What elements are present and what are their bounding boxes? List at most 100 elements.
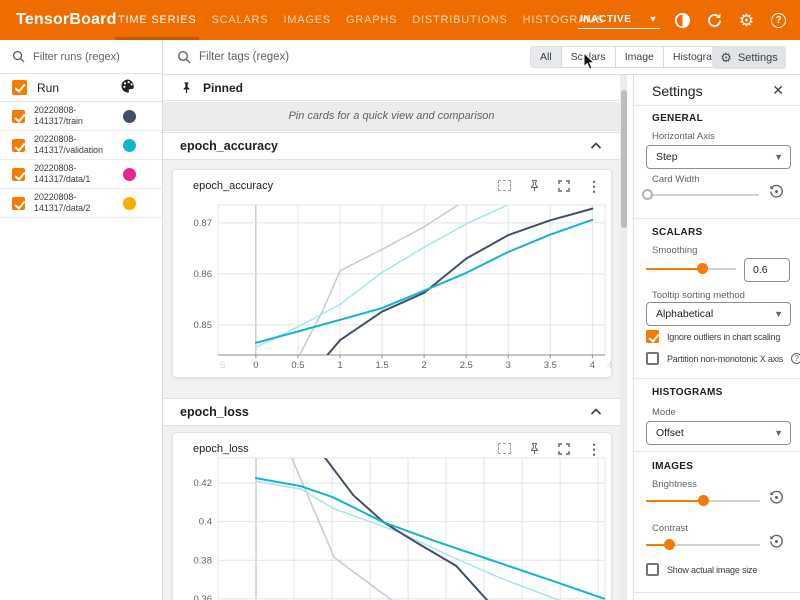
svg-text:2: 2 — [421, 360, 426, 371]
run-color-dot[interactable] — [123, 139, 136, 152]
slider-thumb[interactable] — [697, 263, 708, 274]
runs-header-label: Run — [37, 81, 59, 95]
header-actions: INACTIVE ▼ ⚙ ? — [578, 0, 788, 40]
pinned-title: Pinned — [203, 81, 243, 95]
brightness-slider[interactable] — [646, 493, 760, 509]
partition-x-axis-checkbox[interactable] — [646, 352, 659, 365]
scalars-heading: SCALARS — [652, 227, 702, 238]
refresh-icon[interactable] — [705, 11, 724, 30]
scrollbar-thumb[interactable] — [621, 90, 627, 228]
tab-scalars[interactable]: SCALARS — [211, 0, 268, 40]
card-actions: ⋮ — [498, 442, 601, 455]
run-checkbox[interactable] — [12, 197, 25, 210]
settings-button-label: Settings — [738, 52, 778, 64]
theme-contrast-icon[interactable] — [673, 11, 692, 30]
ignore-outliers-row[interactable]: Ignore outliers in chart scaling — [646, 330, 780, 343]
general-heading: GENERAL — [652, 113, 703, 124]
reset-icon[interactable] — [768, 533, 786, 551]
palette-icon[interactable] — [120, 78, 136, 97]
card-width-slider[interactable] — [646, 187, 759, 203]
pin-icon[interactable] — [528, 442, 541, 455]
reset-icon[interactable] — [768, 183, 786, 201]
histograms-heading: HISTOGRAMS — [652, 387, 723, 398]
chevron-up-icon[interactable] — [590, 408, 602, 416]
fullscreen-icon[interactable] — [558, 443, 570, 455]
chevron-down-icon: ▼ — [648, 14, 658, 24]
section-header-epoch-accuracy[interactable]: epoch_accuracy — [163, 132, 620, 160]
help-icon[interactable]: ? — [791, 353, 800, 364]
card-title: epoch_accuracy — [193, 180, 273, 192]
svg-text:3: 3 — [506, 360, 511, 371]
section-header-epoch-loss[interactable]: epoch_loss — [163, 398, 620, 426]
slider-thumb[interactable] — [642, 189, 653, 200]
run-color-dot[interactable] — [123, 110, 136, 123]
run-color-dot[interactable] — [123, 168, 136, 181]
section-title: epoch_loss — [180, 405, 249, 419]
show-actual-image-size-label: Show actual image size — [667, 565, 757, 575]
app-header: TensorBoard TIME SERIES SCALARS IMAGES G… — [0, 0, 800, 40]
tab-graphs[interactable]: GRAPHS — [346, 0, 397, 40]
run-color-dot[interactable] — [123, 197, 136, 210]
ignore-outliers-checkbox[interactable] — [646, 330, 659, 343]
ignore-outliers-label: Ignore outliers in chart scaling — [667, 332, 780, 342]
tab-distributions[interactable]: DISTRIBUTIONS — [412, 0, 507, 40]
reset-icon[interactable] — [768, 489, 786, 507]
tab-time-series[interactable]: TIME SERIES — [118, 0, 196, 40]
run-row-validation[interactable]: 20220808-141317/validation — [0, 131, 162, 160]
help-icon[interactable]: ? — [769, 11, 788, 30]
filter-image-button[interactable]: Image — [615, 47, 663, 67]
run-checkbox[interactable] — [12, 139, 25, 152]
pin-icon[interactable] — [528, 179, 541, 192]
histogram-mode-select[interactable]: Offset ▼ — [646, 421, 791, 445]
section-title: epoch_accuracy — [180, 139, 278, 153]
show-actual-image-size-checkbox[interactable] — [646, 563, 659, 576]
gear-icon[interactable]: ⚙ — [737, 11, 756, 30]
more-options-icon[interactable]: ⋮ — [587, 180, 601, 192]
filter-tags-input[interactable]: Filter tags (regex) — [177, 40, 289, 74]
run-label: 20220808-141317/data/2 — [34, 192, 90, 214]
more-options-icon[interactable]: ⋮ — [587, 443, 601, 455]
svg-text:0.36: 0.36 — [194, 594, 213, 600]
card-width-label: Card Width — [652, 174, 700, 185]
settings-button[interactable]: ⚙ Settings — [712, 46, 786, 69]
brightness-label: Brightness — [652, 479, 697, 490]
smoothing-slider[interactable] — [646, 261, 736, 277]
card-title: epoch_loss — [193, 443, 249, 455]
run-row-train[interactable]: 20220808-141317/train — [0, 102, 162, 131]
show-actual-image-size-row[interactable]: Show actual image size — [646, 563, 757, 576]
filter-all-button[interactable]: All — [531, 47, 561, 67]
svg-text:1.5: 1.5 — [375, 360, 388, 371]
run-row-data-1[interactable]: 20220808-141317/data/1 — [0, 160, 162, 189]
fullscreen-icon[interactable] — [558, 180, 570, 192]
runs-sidebar: Filter runs (regex) Run 20220808-141317/… — [0, 40, 163, 600]
settings-panel-title: Settings — [652, 83, 703, 99]
filter-scalars-button[interactable]: Scalars — [561, 47, 615, 67]
chevron-up-icon[interactable] — [590, 142, 602, 150]
chevron-down-icon: ▼ — [774, 303, 783, 325]
tooltip-sorting-select[interactable]: Alphabetical ▼ — [646, 302, 791, 326]
line-chart-epoch-accuracy[interactable]: 0.850.860.8700.511.522.533.5454 — [173, 170, 613, 384]
svg-text:0.85: 0.85 — [194, 320, 213, 331]
select-all-runs-checkbox[interactable] — [12, 80, 27, 95]
reload-status-value: INACTIVE — [580, 14, 631, 25]
tooltip-sorting-label: Tooltip sorting method — [652, 290, 745, 301]
smoothing-value-input[interactable] — [744, 258, 790, 282]
fit-to-domain-icon[interactable] — [498, 443, 511, 454]
run-row-data-2[interactable]: 20220808-141317/data/2 — [0, 189, 162, 218]
partition-x-axis-row[interactable]: Partition non-monotonic X axis ? — [646, 352, 800, 365]
fit-to-domain-icon[interactable] — [498, 180, 511, 191]
reload-status-dropdown[interactable]: INACTIVE ▼ — [578, 12, 660, 29]
svg-text:0.86: 0.86 — [194, 269, 213, 280]
pinned-empty-hint: Pin cards for a quick view and compariso… — [163, 102, 620, 131]
close-icon[interactable]: ✕ — [772, 82, 784, 99]
run-checkbox[interactable] — [12, 110, 25, 123]
slider-thumb[interactable] — [698, 495, 709, 506]
filter-runs-input[interactable]: Filter runs (regex) — [0, 40, 162, 74]
contrast-slider[interactable] — [646, 537, 760, 553]
svg-text:5: 5 — [220, 360, 225, 371]
horizontal-axis-select[interactable]: Step ▼ — [646, 145, 791, 169]
run-checkbox[interactable] — [12, 168, 25, 181]
tab-images[interactable]: IMAGES — [283, 0, 331, 40]
line-chart-epoch-loss[interactable]: 0.420.40.380.36 — [173, 433, 613, 600]
slider-thumb[interactable] — [664, 539, 675, 550]
